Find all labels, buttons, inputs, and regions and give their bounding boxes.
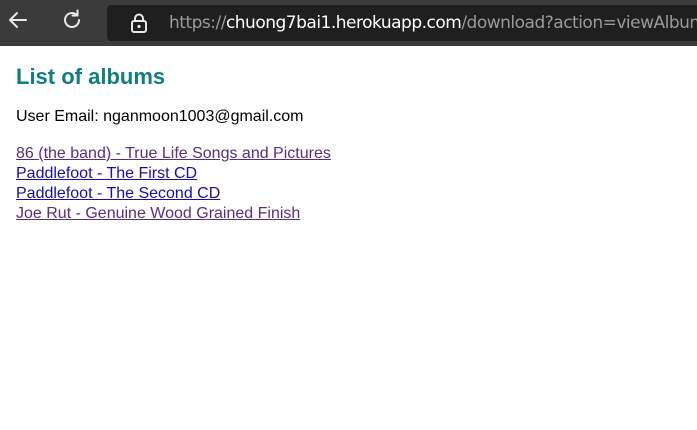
album-link[interactable]: 86 (the band) - True Life Songs and Pict… [16,144,681,164]
lock-icon[interactable] [129,12,149,34]
url-path: /download?action=viewAlbums [461,13,697,33]
user-email: User Email: nganmoon1003@gmail.com [16,108,304,125]
address-bar[interactable]: https://chuong7bai1.herokuapp.com/downlo… [107,5,697,41]
album-list: 86 (the band) - True Life Songs and Pict… [16,144,681,224]
page-content: List of albums User Email: nganmoon1003@… [0,46,697,224]
album-link[interactable]: Joe Rut - Genuine Wood Grained Finish [16,204,681,224]
reload-icon [60,8,84,37]
album-link[interactable]: Paddlefoot - The Second CD [16,184,681,204]
album-link[interactable]: Paddlefoot - The First CD [16,164,681,184]
back-button[interactable] [3,7,33,37]
browser-toolbar: https://chuong7bai1.herokuapp.com/downlo… [0,0,697,46]
url-host: chuong7bai1.herokuapp.com [225,13,462,33]
reload-button[interactable] [57,7,87,37]
back-arrow-icon [6,8,30,37]
page-title: List of albums [16,64,166,89]
url-text[interactable]: https://chuong7bai1.herokuapp.com/downlo… [169,5,697,41]
url-scheme: https:// [169,13,226,33]
